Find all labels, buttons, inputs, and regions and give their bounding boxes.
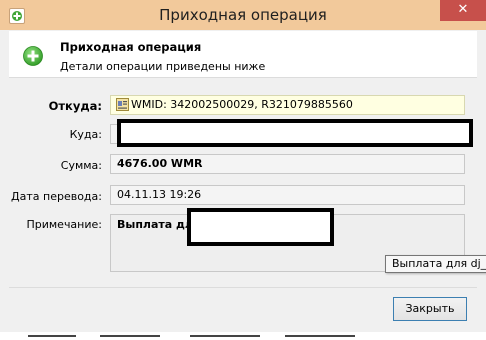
close-icon: ✕ (457, 2, 469, 17)
tooltip: Выплата для dj_k (385, 255, 486, 273)
date-field[interactable]: 04.11.13 19:26 (110, 185, 465, 205)
dialog-window: Приходная операция ✕ Приходная операция … (0, 0, 486, 340)
window-close-button[interactable]: ✕ (440, 0, 486, 21)
from-value: WMID: 342002500029, R321079885560 (131, 98, 353, 111)
tooltip-text: Выплата для dj_k (392, 257, 486, 270)
redaction-box (187, 208, 334, 246)
window-title: Приходная операция (159, 6, 327, 24)
note-label: Примечание: (26, 218, 102, 231)
plus-circle-icon (23, 46, 43, 66)
header-title: Приходная операция (60, 40, 202, 54)
title-bar[interactable]: Приходная операция ✕ (0, 0, 486, 30)
amount-value: 4676.00 WMR (117, 157, 203, 170)
close-button[interactable]: Закрыть (393, 297, 467, 321)
from-label: Откуда: (48, 99, 102, 113)
header-subtitle: Детали операции приведены ниже (60, 60, 266, 73)
wmid-card-icon (116, 97, 129, 111)
background-strip (0, 332, 486, 340)
divider (9, 287, 477, 288)
redaction-box (117, 119, 473, 147)
amount-field[interactable]: 4676.00 WMR (110, 154, 465, 174)
dialog-header: Приходная операция Детали операции приве… (9, 31, 477, 78)
to-label: Куда: (69, 128, 102, 141)
amount-label: Сумма: (60, 159, 102, 172)
date-value: 04.11.13 19:26 (117, 188, 202, 201)
from-field[interactable]: WMID: 342002500029, R321079885560 (110, 95, 465, 115)
date-label: Дата перевода: (11, 190, 102, 203)
